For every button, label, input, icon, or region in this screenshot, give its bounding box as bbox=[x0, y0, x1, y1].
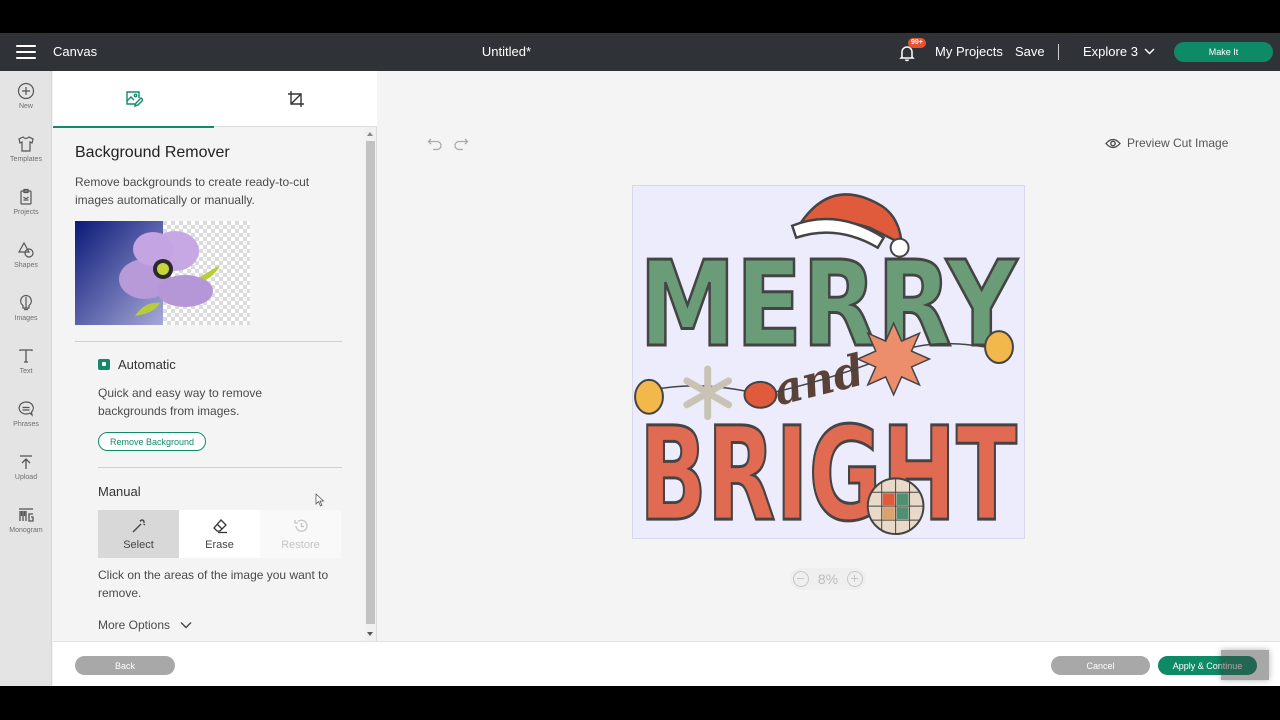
mouse-cursor-icon bbox=[315, 493, 325, 507]
rail-label: Shapes bbox=[14, 262, 38, 269]
left-rail: New Templates Projects Shapes Images Tex… bbox=[0, 71, 52, 686]
rail-item-monogram[interactable]: Monogram bbox=[0, 498, 52, 548]
rail-item-projects[interactable]: Projects bbox=[0, 180, 52, 230]
overlay-box bbox=[1221, 650, 1269, 680]
scroll-thumb[interactable] bbox=[366, 141, 375, 624]
rail-label: Phrases bbox=[13, 421, 39, 428]
chevron-down-icon bbox=[1144, 48, 1155, 55]
rail-item-phrases[interactable]: Phrases bbox=[0, 392, 52, 442]
my-projects-link[interactable]: My Projects bbox=[935, 44, 1003, 59]
background-remover-panel: Background Remover Remove backgrounds to… bbox=[53, 71, 377, 641]
artwork-line2: BRIGHT bbox=[639, 400, 1017, 539]
rail-label: Upload bbox=[14, 474, 38, 481]
panel-title: Background Remover bbox=[75, 144, 230, 161]
manual-heading: Manual bbox=[98, 484, 141, 499]
top-bar: Canvas Untitled* 99+ My Projects Save Ex… bbox=[0, 33, 1280, 71]
rail-label: Text bbox=[19, 368, 33, 375]
rail-label: Monogram bbox=[9, 527, 43, 534]
section-divider bbox=[75, 341, 342, 342]
speech-bubble-icon bbox=[18, 401, 34, 417]
preview-cut-image-button[interactable]: Preview Cut Image bbox=[1105, 136, 1228, 150]
rail-label: Templates bbox=[10, 156, 42, 163]
monogram-icon bbox=[19, 508, 34, 522]
light-bulb-graphic bbox=[984, 330, 1014, 364]
restore-tool-label: Restore bbox=[281, 538, 320, 551]
zoom-control: 8% bbox=[790, 568, 866, 590]
preview-cut-label: Preview Cut Image bbox=[1127, 136, 1229, 150]
upload-icon bbox=[20, 455, 32, 469]
chevron-down-icon bbox=[180, 622, 192, 629]
background-remover-illustration bbox=[75, 221, 250, 325]
clipboard-icon bbox=[20, 188, 32, 205]
make-it-button[interactable]: Make It bbox=[1174, 42, 1273, 62]
redo-icon[interactable] bbox=[453, 137, 469, 151]
canvas-area: Preview Cut Image MERRY and BRIGHT 8% bbox=[378, 71, 1280, 641]
footer-bar: Back Cancel Apply & Continue bbox=[53, 641, 1280, 686]
text-icon bbox=[19, 349, 33, 363]
zoom-out-button[interactable] bbox=[793, 571, 809, 587]
magic-wand-icon bbox=[132, 518, 145, 532]
manual-description: Click on the areas of the image you want… bbox=[98, 568, 329, 600]
eye-icon bbox=[1105, 138, 1121, 148]
panel-tabs bbox=[53, 71, 377, 128]
remove-background-button[interactable]: Remove Background bbox=[98, 432, 207, 451]
panel-scroll-area: Background Remover Remove backgrounds to… bbox=[53, 127, 365, 641]
rail-item-images[interactable]: Images bbox=[0, 286, 52, 336]
more-options-label: More Options bbox=[98, 618, 171, 632]
divider bbox=[1058, 44, 1059, 60]
save-button[interactable]: Save bbox=[1015, 44, 1045, 59]
shapes-icon bbox=[17, 241, 34, 258]
cancel-button[interactable]: Cancel bbox=[1051, 656, 1150, 675]
panel-description: Remove backgrounds to create ready-to-cu… bbox=[75, 175, 310, 207]
zoom-level: 8% bbox=[817, 571, 839, 587]
rail-label: Images bbox=[14, 315, 38, 322]
screen-frame: Canvas Untitled* 99+ My Projects Save Ex… bbox=[0, 0, 1280, 720]
scroll-up-arrow[interactable] bbox=[367, 132, 373, 136]
automatic-heading: Automatic bbox=[98, 357, 176, 372]
automatic-icon bbox=[98, 359, 110, 370]
select-tool-button[interactable]: Select bbox=[98, 510, 179, 558]
restore-tool-button[interactable]: Restore bbox=[260, 510, 341, 558]
machine-selector[interactable]: Explore 3 bbox=[1083, 44, 1155, 59]
section-divider bbox=[98, 467, 342, 468]
plus-circle-icon bbox=[17, 82, 35, 100]
restore-icon bbox=[293, 519, 308, 532]
manual-tools: Select Erase Restore bbox=[98, 510, 341, 558]
rail-item-templates[interactable]: Templates bbox=[0, 127, 52, 177]
rail-label: New bbox=[18, 103, 33, 110]
machine-label: Explore 3 bbox=[1083, 44, 1138, 59]
erase-tool-label: Erase bbox=[205, 538, 234, 551]
rail-item-shapes[interactable]: Shapes bbox=[0, 233, 52, 283]
tab-background-remover[interactable] bbox=[53, 71, 215, 128]
undo-icon[interactable] bbox=[427, 137, 443, 151]
notification-badge: 99+ bbox=[908, 38, 926, 48]
scroll-down-arrow[interactable] bbox=[367, 632, 373, 636]
erase-tool-button[interactable]: Erase bbox=[179, 510, 260, 558]
more-options-toggle[interactable]: More Options bbox=[98, 618, 192, 632]
automatic-description: Quick and easy way to remove backgrounds… bbox=[98, 386, 263, 418]
tab-crop[interactable] bbox=[215, 71, 377, 127]
document-title[interactable]: Untitled* bbox=[0, 44, 1013, 59]
select-tool-label: Select bbox=[123, 538, 154, 551]
panel-scrollbar[interactable] bbox=[365, 127, 376, 641]
app-window: Canvas Untitled* 99+ My Projects Save Ex… bbox=[0, 33, 1280, 686]
rail-item-new[interactable]: New bbox=[0, 74, 52, 124]
image-edit-icon bbox=[126, 91, 143, 108]
artwork-image[interactable]: MERRY and BRIGHT bbox=[632, 185, 1025, 539]
shirt-icon bbox=[18, 136, 34, 152]
zoom-in-button[interactable] bbox=[846, 571, 863, 587]
crop-icon bbox=[288, 91, 304, 107]
automatic-title: Automatic bbox=[118, 357, 176, 372]
back-button[interactable]: Back bbox=[75, 656, 175, 675]
rail-label: Projects bbox=[13, 209, 39, 216]
cookie-snowflake-graphic bbox=[855, 321, 932, 397]
rail-item-text[interactable]: Text bbox=[0, 339, 52, 389]
disco-ball-graphic bbox=[866, 477, 925, 536]
rail-item-upload[interactable]: Upload bbox=[0, 445, 52, 495]
lightbulb-icon bbox=[20, 294, 32, 311]
eraser-icon bbox=[212, 518, 227, 533]
